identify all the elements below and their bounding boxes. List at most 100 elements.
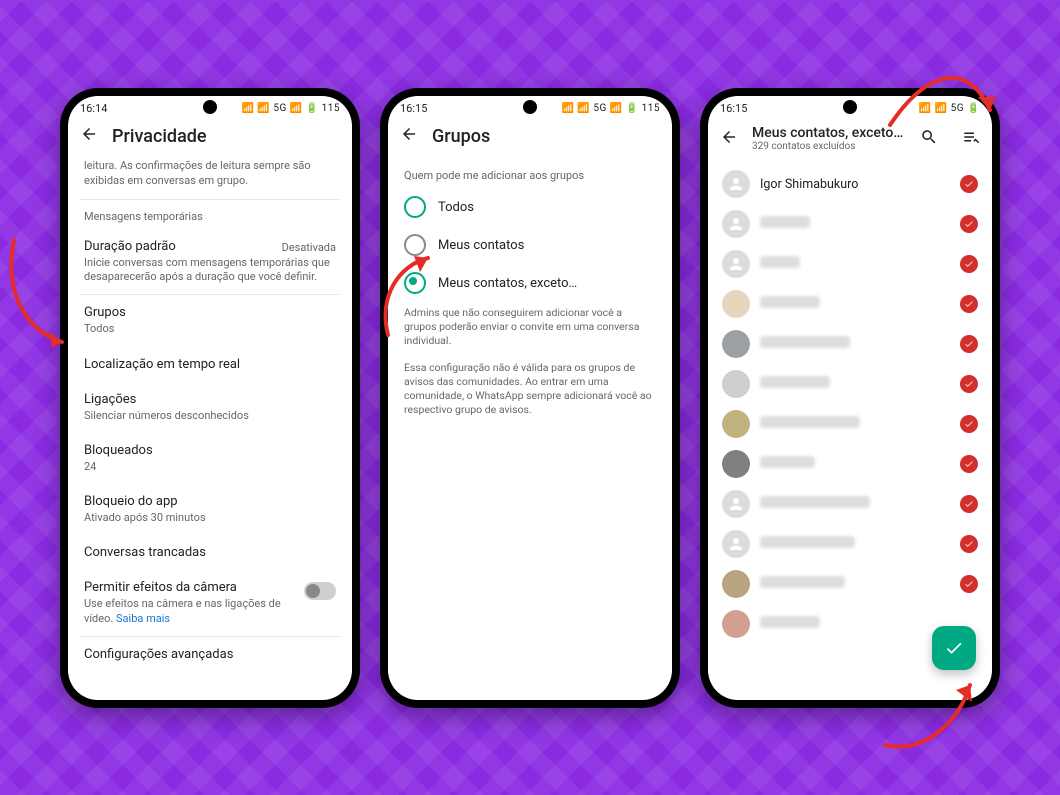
contact-row[interactable] [708,524,992,564]
selected-check-icon[interactable] [960,335,978,353]
app-bar-exceto: Meus contatos, exceto… 329 contatos excl… [708,117,992,160]
avatar [722,370,750,398]
page-subtitle: 329 contatos excluídos [752,141,906,152]
contact-row[interactable] [708,404,992,444]
selected-check-icon[interactable] [960,175,978,193]
efeitos-camera-toggle[interactable] [304,582,336,600]
selected-check-icon[interactable] [960,575,978,593]
row-config-avancadas[interactable]: Configurações avançadas [80,637,340,672]
row-duracao-padrao[interactable]: Desativada Duração padrão Inicie convers… [80,229,340,295]
avatar [722,490,750,518]
avatar [722,570,750,598]
avatar [722,210,750,238]
camera-notch [523,100,537,114]
contact-row[interactable] [708,564,992,604]
app-bar-privacidade: Privacidade [68,117,352,155]
back-arrow-icon[interactable] [720,128,738,150]
row-bloqueio-app[interactable]: Bloqueio do app Ativado após 30 minutos [80,484,340,535]
contact-name-blur [760,496,950,512]
contact-row[interactable] [708,244,992,284]
bloqueio-app-sub: Ativado após 30 minutos [84,511,336,525]
contact-name: Igor Shimabukuro [760,177,950,192]
selected-check-icon[interactable] [960,535,978,553]
status-time: 16:14 [80,102,107,115]
select-all-icon[interactable] [962,128,980,150]
avatar [722,530,750,558]
row-efeitos-camera[interactable]: Permitir efeitos da câmera Use efeitos n… [80,570,340,636]
status-right: 📶 📶 5G 📶 🔋 115 [242,103,341,114]
phone-frame-3: 16:15 📶 📶 5G 🔋 Meus contatos, exceto… 32… [700,88,1000,708]
status-time: 16:15 [400,102,427,115]
config-avancadas-title: Configurações avançadas [84,647,336,662]
back-arrow-icon[interactable] [80,125,98,147]
hint-read-receipts: leitura. As confirmações de leitura semp… [80,155,340,199]
selected-check-icon[interactable] [960,295,978,313]
contact-row[interactable] [708,484,992,524]
radio-label-meus-contatos: Meus contatos [438,238,524,253]
row-ligacoes[interactable]: Ligações Silenciar números desconhecidos [80,382,340,433]
note-admins: Admins que não conseguirem adicionar voc… [400,302,660,349]
phone-frame-1: 16:14 📶 📶 5G 📶 🔋 115 Privacidade leitura… [60,88,360,708]
camera-notch [203,100,217,114]
contact-name-blur [760,376,950,392]
radio-label-meus-contatos-exceto: Meus contatos, exceto… [438,276,577,291]
page-title: Meus contatos, exceto… [752,125,906,141]
conversas-trancadas-title: Conversas trancadas [84,545,336,560]
grupos-title: Grupos [84,305,336,320]
contact-name-blur [760,416,950,432]
screen-2: 16:15 📶 📶 5G 📶 🔋 115 Grupos Quem pode me… [388,96,672,700]
radio-todos[interactable]: Todos [400,188,660,226]
status-right: 📶 📶 5G 🔋 [919,103,980,114]
screen-1: 16:14 📶 📶 5G 📶 🔋 115 Privacidade leitura… [68,96,352,700]
group-permission-question: Quem pode me adicionar aos grupos [404,169,656,182]
radio-meus-contatos-exceto[interactable]: Meus contatos, exceto… [400,264,660,302]
camera-notch [843,100,857,114]
avatar [722,610,750,638]
radio-meus-contatos[interactable]: Meus contatos [400,226,660,264]
contacts-list[interactable]: Igor Shimabukuro [708,160,992,644]
status-right: 📶 📶 5G 📶 🔋 115 [562,103,661,114]
radio-icon [404,234,426,256]
selected-check-icon[interactable] [960,215,978,233]
selected-check-icon[interactable] [960,495,978,513]
row-grupos[interactable]: Grupos Todos [80,295,340,346]
saiba-mais-link[interactable]: Saiba mais [116,612,170,625]
bloqueados-sub: 24 [84,460,336,474]
row-localizacao[interactable]: Localização em tempo real [80,347,340,382]
avatar [722,450,750,478]
screen-3: 16:15 📶 📶 5G 🔋 Meus contatos, exceto… 32… [708,96,992,700]
duracao-sub: Inicie conversas com mensagens temporári… [84,256,336,285]
selected-check-icon[interactable] [960,415,978,433]
contact-row[interactable] [708,324,992,364]
selected-check-icon[interactable] [960,455,978,473]
note-comunidades: Essa configuração não é válida para os g… [400,357,660,418]
contact-row[interactable]: Igor Shimabukuro [708,164,992,204]
selected-check-icon[interactable] [960,255,978,273]
contact-name-blur [760,336,950,352]
duracao-value: Desativada [282,241,336,254]
ligacoes-title: Ligações [84,392,336,407]
contact-name-blur [760,216,950,232]
divider [80,199,340,200]
contact-name-blur [760,456,950,472]
contact-row[interactable] [708,284,992,324]
app-bar-grupos: Grupos [388,117,672,155]
bloqueio-app-title: Bloqueio do app [84,494,336,509]
selected-check-icon[interactable] [960,375,978,393]
status-time: 16:15 [720,102,747,115]
contact-row[interactable] [708,364,992,404]
contact-row[interactable] [708,204,992,244]
radio-label-todos: Todos [438,200,474,215]
contact-name-blur [760,576,950,592]
confirm-fab-button[interactable] [932,626,976,670]
efeitos-camera-title: Permitir efeitos da câmera [84,580,296,595]
page-title: Grupos [432,126,490,147]
avatar [722,290,750,318]
localizacao-title: Localização em tempo real [84,357,336,372]
bloqueados-title: Bloqueados [84,443,336,458]
search-icon[interactable] [920,128,938,150]
row-bloqueados[interactable]: Bloqueados 24 [80,433,340,484]
back-arrow-icon[interactable] [400,125,418,147]
contact-row[interactable] [708,444,992,484]
row-conversas-trancadas[interactable]: Conversas trancadas [80,535,340,570]
